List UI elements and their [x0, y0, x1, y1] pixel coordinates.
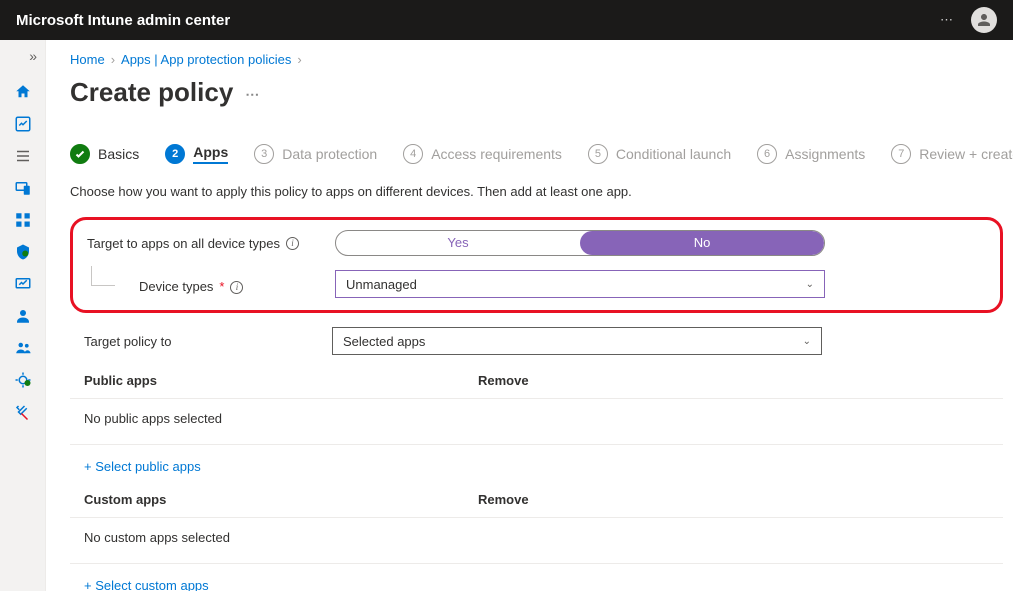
nav-home-icon[interactable] [13, 82, 33, 102]
chevron-down-icon: ⌄ [806, 279, 814, 290]
step-review-create[interactable]: 7 Review + create [891, 144, 1013, 164]
step-number: 3 [254, 144, 274, 164]
step-apps[interactable]: 2 Apps [165, 144, 228, 164]
breadcrumb: Home › Apps | App protection policies › [70, 52, 1003, 67]
column-header: Remove [478, 492, 529, 507]
target-all-devices-toggle[interactable]: Yes No [335, 230, 825, 256]
chevron-down-icon: ⌄ [803, 336, 811, 347]
nav-tenant-icon[interactable] [13, 370, 33, 390]
column-header: Custom apps [84, 492, 478, 507]
nav-reports-icon[interactable] [13, 274, 33, 294]
expand-nav-icon[interactable]: » [29, 46, 37, 70]
select-custom-apps-link[interactable]: + Select custom apps [70, 564, 1003, 591]
nav-groups-icon[interactable] [13, 338, 33, 358]
step-conditional-launch[interactable]: 5 Conditional launch [588, 144, 731, 164]
main-content: Home › Apps | App protection policies › … [46, 40, 1013, 591]
custom-apps-empty: No custom apps selected [70, 518, 1003, 564]
step-description: Choose how you want to apply this policy… [70, 184, 1003, 199]
step-number: 5 [588, 144, 608, 164]
column-header: Public apps [84, 373, 478, 388]
device-types-label: Device types * i [87, 274, 335, 294]
target-all-devices-label: Target to apps on all device types i [87, 236, 335, 251]
nav-users-icon[interactable] [13, 306, 33, 326]
step-label: Assignments [785, 146, 865, 162]
left-nav-rail: » [0, 40, 46, 591]
page-title: Create policy [70, 77, 233, 108]
nav-dashboard-icon[interactable] [13, 114, 33, 134]
device-types-dropdown[interactable]: Unmanaged ⌄ [335, 270, 825, 298]
dropdown-value: Unmanaged [346, 277, 417, 292]
column-header: Remove [478, 373, 529, 388]
person-icon [975, 11, 993, 29]
nav-devices-icon[interactable] [13, 178, 33, 198]
step-data-protection[interactable]: 3 Data protection [254, 144, 377, 164]
info-icon[interactable]: i [286, 237, 299, 250]
public-apps-empty: No public apps selected [70, 399, 1003, 445]
select-public-apps-link[interactable]: + Select public apps [70, 445, 1003, 492]
nav-troubleshoot-icon[interactable] [13, 402, 33, 422]
step-access-requirements[interactable]: 4 Access requirements [403, 144, 562, 164]
toggle-yes[interactable]: Yes [336, 231, 580, 255]
highlight-annotation: Target to apps on all device types i Yes… [70, 217, 1003, 313]
top-header: Microsoft Intune admin center ⋯ [0, 0, 1013, 40]
custom-apps-header: Custom apps Remove [70, 492, 1003, 518]
step-label: Apps [193, 144, 228, 164]
breadcrumb-apps[interactable]: Apps | App protection policies [121, 52, 291, 67]
step-basics[interactable]: Basics [70, 144, 139, 164]
breadcrumb-home[interactable]: Home [70, 52, 105, 67]
target-policy-label: Target policy to [70, 334, 332, 349]
tree-indent-icon [91, 266, 115, 286]
check-icon [70, 144, 90, 164]
toggle-no[interactable]: No [580, 231, 824, 255]
nav-apps-icon[interactable] [13, 210, 33, 230]
target-policy-dropdown[interactable]: Selected apps ⌄ [332, 327, 822, 355]
step-assignments[interactable]: 6 Assignments [757, 144, 865, 164]
page-title-row: Create policy ⋯ [70, 77, 1003, 108]
step-number: 6 [757, 144, 777, 164]
info-icon[interactable]: i [230, 281, 243, 294]
page-title-more-button[interactable]: ⋯ [245, 86, 259, 103]
avatar[interactable] [971, 7, 997, 33]
nav-list-icon[interactable] [13, 146, 33, 166]
chevron-right-icon: › [111, 52, 115, 67]
chevron-right-icon: › [297, 52, 301, 67]
step-number: 2 [165, 144, 185, 164]
header-more-button[interactable]: ⋯ [940, 12, 955, 28]
step-number: 4 [403, 144, 423, 164]
nav-security-icon[interactable] [13, 242, 33, 262]
step-label: Access requirements [431, 146, 562, 162]
public-apps-header: Public apps Remove [70, 373, 1003, 399]
step-label: Data protection [282, 146, 377, 162]
dropdown-value: Selected apps [343, 334, 425, 349]
wizard-steps: Basics 2 Apps 3 Data protection 4 Access… [70, 144, 1003, 164]
step-label: Conditional launch [616, 146, 731, 162]
step-label: Basics [98, 146, 139, 162]
step-number: 7 [891, 144, 911, 164]
product-title: Microsoft Intune admin center [16, 12, 230, 29]
step-label: Review + create [919, 146, 1013, 162]
